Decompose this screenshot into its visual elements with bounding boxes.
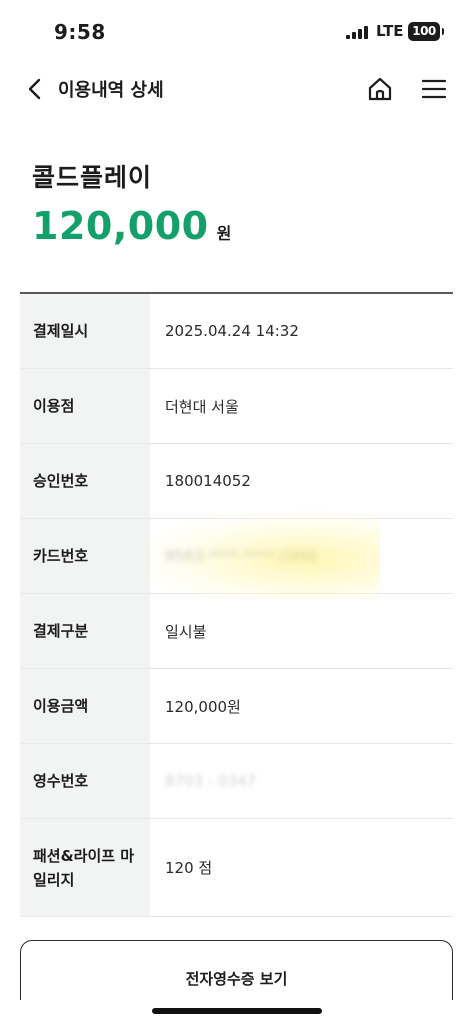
detail-label: 이용점	[20, 369, 150, 443]
detail-row-approval-number: 승인번호 180014052	[20, 444, 453, 519]
navigation-bar: 이용내역 상세	[0, 62, 473, 116]
detail-label: 이용금액	[20, 669, 150, 743]
merchant-name: 콜드플레이	[32, 163, 153, 192]
detail-row-receipt-number: 영수번호 8703 - 0347	[20, 744, 453, 819]
screen: 9:58 LTE 100 이용내역 상세 콜드플레이 120,000 원 결제일…	[0, 0, 473, 1024]
status-bar: 9:58 LTE 100	[0, 0, 473, 62]
detail-label: 영수번호	[20, 744, 150, 818]
detail-row-payment-type: 결제구분 일시불	[20, 594, 453, 669]
payment-amount: 120,000	[32, 204, 209, 248]
amount-display: 120,000 원	[32, 204, 231, 248]
detail-value: 2025.04.24 14:32	[165, 322, 299, 340]
detail-label: 결제구분	[20, 594, 150, 668]
home-icon[interactable]	[366, 75, 394, 103]
signal-icon	[346, 26, 368, 39]
status-time: 9:58	[54, 20, 106, 44]
amount-unit: 원	[216, 224, 232, 243]
home-indicator	[152, 1008, 322, 1014]
transaction-detail-table: 결제일시 2025.04.24 14:32 이용점 더현대 서울 승인번호 18…	[20, 292, 453, 917]
detail-label: 승인번호	[20, 444, 150, 518]
detail-label: 패션&라이프 마일리지	[20, 819, 150, 916]
back-arrow-icon[interactable]	[24, 76, 46, 102]
detail-row-mileage: 패션&라이프 마일리지 120 점	[20, 819, 453, 917]
detail-value: 120,000원	[165, 697, 241, 716]
receipt-number-masked: 8703 - 0347	[165, 772, 257, 790]
page-title: 이용내역 상세	[58, 80, 164, 101]
detail-value: 9583-****-****-2896	[150, 519, 453, 593]
detail-value: 더현대 서울	[165, 397, 239, 416]
detail-value: 120 점	[165, 859, 213, 877]
detail-value: 180014052	[165, 472, 251, 490]
detail-row-usage-amount: 이용금액 120,000원	[20, 669, 453, 744]
detail-label: 결제일시	[20, 294, 150, 368]
detail-row-card-number: 카드번호 9583-****-****-2896	[20, 519, 453, 594]
detail-row-store: 이용점 더현대 서울	[20, 369, 453, 444]
detail-value: 8703 - 0347	[150, 744, 453, 818]
detail-row-payment-datetime: 결제일시 2025.04.24 14:32	[20, 294, 453, 369]
detail-label: 카드번호	[20, 519, 150, 593]
battery-icon: 100	[408, 22, 444, 41]
card-number-masked: 9583-****-****-2896	[165, 547, 318, 565]
detail-value: 일시불	[165, 622, 207, 641]
menu-icon[interactable]	[420, 76, 448, 102]
view-e-receipt-button[interactable]: 전자영수증 보기	[20, 940, 453, 1000]
network-label: LTE	[376, 22, 404, 40]
